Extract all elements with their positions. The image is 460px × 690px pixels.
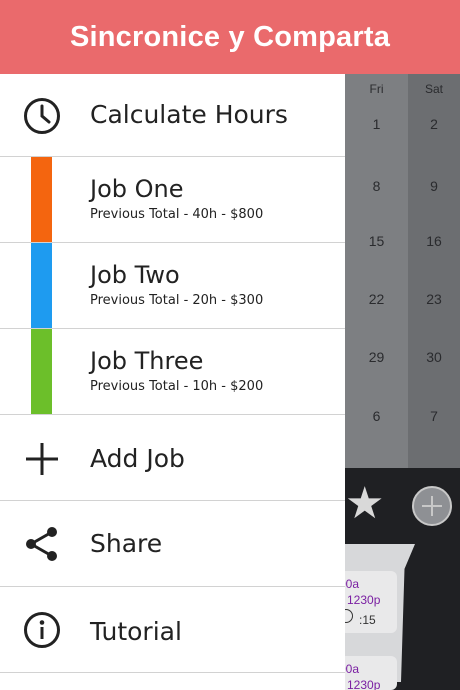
calendar-day[interactable]: 16 <box>408 233 460 249</box>
job-summary: Previous Total - 10h - $200 <box>90 379 264 394</box>
job-item-one[interactable]: Job One Previous Total - 40h - $800 <box>0 157 345 243</box>
calendar-header-fri: Fri <box>369 82 384 96</box>
entry-end: 1230p <box>347 678 381 690</box>
menu-item-tutorial[interactable]: Tutorial <box>0 587 345 673</box>
time-entry[interactable]: 00a 1230p <box>339 656 397 690</box>
job-color-bar <box>31 157 52 242</box>
menu-item-label: Add Job <box>90 444 185 473</box>
menu-item-calculate-hours[interactable]: Calculate Hours <box>0 74 345 157</box>
job-color-bar <box>31 243 52 328</box>
calendar-column-fri: Fri 1 8 15 22 29 6 <box>345 74 408 468</box>
share-icon <box>26 527 57 561</box>
info-icon <box>24 612 60 648</box>
menu-item-label: Calculate Hours <box>90 100 288 129</box>
menu-item-share[interactable]: Share <box>0 501 345 587</box>
job-name: Job Three <box>90 347 204 375</box>
job-item-two[interactable]: Job Two Previous Total - 20h - $300 <box>0 243 345 329</box>
background-calendar: Fri 1 8 15 22 29 6 Sat 2 9 16 23 30 7 ★ … <box>339 74 460 690</box>
job-summary: Previous Total - 20h - $300 <box>90 293 264 308</box>
calendar-grid: Fri 1 8 15 22 29 6 Sat 2 9 16 23 30 7 <box>345 74 460 468</box>
job-name: Job One <box>90 175 184 203</box>
calendar-day[interactable]: 22 <box>345 291 408 307</box>
side-drawer: Calculate Hours Job One Previous Total -… <box>0 74 345 690</box>
calendar-day[interactable]: 29 <box>345 349 408 365</box>
entry-end: 1230p <box>347 593 381 607</box>
clock-icon <box>24 98 60 134</box>
calendar-day[interactable]: 6 <box>345 408 408 424</box>
calendar-column-sat: Sat 2 9 16 23 30 7 <box>408 74 460 468</box>
calendar-day[interactable]: 8 <box>345 178 408 194</box>
calendar-day[interactable]: 1 <box>345 116 408 132</box>
job-color-bar <box>31 329 52 414</box>
menu-item-label: Tutorial <box>90 617 182 646</box>
menu-item-label: Share <box>90 529 163 558</box>
menu-item-add-job[interactable]: Add Job <box>0 415 345 501</box>
banner-title: Sincronice y Comparta <box>69 20 391 53</box>
job-summary: Previous Total - 40h - $800 <box>90 207 264 222</box>
star-icon[interactable]: ★ <box>345 482 384 526</box>
plus-icon <box>26 443 58 475</box>
job-item-three[interactable]: Job Three Previous Total - 10h - $200 <box>0 329 345 415</box>
entry-duration: :15 <box>359 613 376 627</box>
calendar-day[interactable]: 23 <box>408 291 460 307</box>
calendar-day[interactable]: 7 <box>408 408 460 424</box>
add-entry-button[interactable] <box>412 486 452 526</box>
calendar-day[interactable]: 2 <box>408 116 460 132</box>
job-name: Job Two <box>90 261 180 289</box>
promo-banner: Sincronice y Comparta <box>0 0 460 74</box>
calendar-header-sat: Sat <box>424 82 443 96</box>
calendar-day[interactable]: 15 <box>345 233 408 249</box>
time-entry[interactable]: 00a 1230p :15 <box>339 571 397 633</box>
calendar-day[interactable]: 9 <box>408 178 460 194</box>
calendar-day[interactable]: 30 <box>408 349 460 365</box>
